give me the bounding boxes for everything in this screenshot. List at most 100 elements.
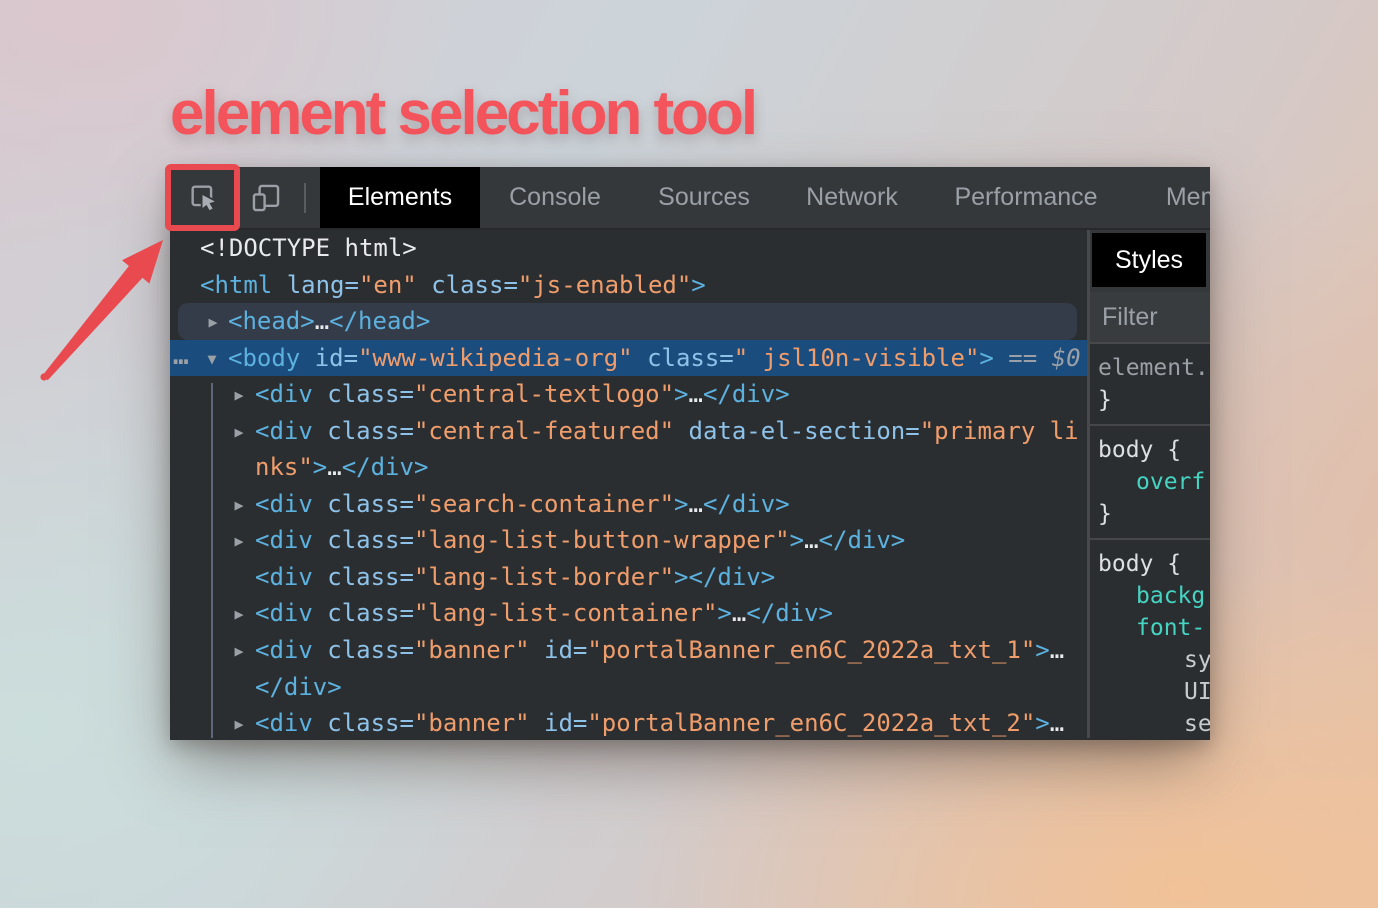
code-token: </div> — [689, 563, 776, 591]
style-rule-line[interactable]: element. — [1090, 352, 1210, 384]
code-token: "central-textlogo" — [414, 380, 674, 408]
tab-sources[interactable]: Sources — [630, 167, 778, 228]
style-rule-line[interactable]: } — [1090, 384, 1210, 416]
code-token: <div — [255, 636, 313, 664]
code-line: <body id="www-wikipedia-org" class=" jsl… — [170, 340, 1087, 377]
style-rule-section: element.} — [1090, 344, 1210, 426]
code-token: <!DOCTYPE html> — [200, 234, 417, 262]
dom-tree-row[interactable]: ▶<div class="banner" id="portalBanner_en… — [170, 705, 1087, 738]
code-token: class= — [327, 380, 414, 408]
style-rule-line[interactable]: se — [1090, 708, 1210, 738]
tab-network[interactable]: Network — [778, 167, 926, 228]
code-line: </div> — [170, 669, 1087, 706]
code-line: <div class="banner" id="portalBanner_en6… — [170, 632, 1087, 669]
code-token: class= — [327, 636, 414, 664]
code-token: > — [674, 490, 688, 518]
style-rule-line[interactable]: UI — [1090, 676, 1210, 708]
code-token: … — [689, 490, 703, 518]
code-token: > — [674, 563, 688, 591]
code-token: class= — [327, 526, 414, 554]
expand-arrow-icon[interactable]: ▶ — [229, 414, 249, 451]
code-token: <div — [255, 563, 313, 591]
style-rule-line[interactable]: font- — [1090, 612, 1210, 644]
code-token: "en" — [359, 271, 417, 299]
code-token: </head> — [329, 307, 430, 335]
code-token: "www-wikipedia-org" — [358, 344, 633, 372]
code-token: <div — [255, 709, 313, 737]
expand-arrow-icon[interactable]: ▶ — [229, 633, 249, 670]
code-token: id= — [315, 344, 358, 372]
tab-elements[interactable]: Elements — [320, 167, 480, 228]
code-token — [272, 271, 286, 299]
code-line: <div class="central-featured" data-el-se… — [170, 413, 1087, 450]
style-rule-line[interactable]: backg — [1090, 580, 1210, 612]
expand-arrow-icon[interactable]: ▶ — [229, 596, 249, 633]
code-token: <div — [255, 417, 313, 445]
dom-tree-row[interactable]: ▶<div class="search-container">…</div> — [170, 486, 1087, 523]
style-rule-line[interactable]: body { — [1090, 548, 1210, 580]
style-rule-line[interactable]: } — [1090, 498, 1210, 530]
code-line: <!DOCTYPE html> — [170, 230, 1087, 267]
dom-tree-row[interactable]: <html lang="en" class="js-enabled"> — [170, 267, 1087, 304]
code-line: <div class="lang-list-container">…</div> — [170, 595, 1087, 632]
code-token: "primary li — [920, 417, 1079, 445]
expand-arrow-icon[interactable]: ▶ — [229, 523, 249, 560]
collapse-arrow-icon[interactable]: ▼ — [202, 341, 222, 378]
panel-tabs: ElementsConsoleSourcesNetworkPerformance… — [320, 167, 1210, 228]
dom-tree-row[interactable]: …▼<body id="www-wikipedia-org" class=" j… — [170, 340, 1087, 377]
dom-tree-row[interactable]: <!DOCTYPE html> — [170, 230, 1087, 267]
code-token: "central-featured" — [414, 417, 674, 445]
code-token: </div> — [746, 599, 833, 627]
code-token: </div> — [342, 453, 429, 481]
code-token: == — [994, 344, 1052, 372]
code-line: <div class="lang-list-border"></div> — [170, 559, 1087, 596]
code-token: class= — [647, 344, 734, 372]
code-token: class= — [327, 709, 414, 737]
dom-tree-row[interactable]: ▶<div class="central-textlogo">…</div> — [170, 376, 1087, 413]
code-token: > — [790, 526, 804, 554]
dom-tree-row[interactable]: ▶<head>…</head> — [178, 303, 1077, 340]
expand-arrow-icon[interactable]: ▶ — [203, 304, 223, 341]
code-line: <div class="banner" id="portalBanner_en6… — [170, 705, 1087, 738]
code-token: <body — [228, 344, 300, 372]
code-token: <div — [255, 599, 313, 627]
code-token: "search-container" — [414, 490, 674, 518]
annotation-arrow — [20, 220, 190, 400]
code-token: </div> — [255, 673, 342, 701]
tab-memory[interactable]: Memory — [1126, 167, 1210, 228]
code-line: <div class="lang-list-button-wrapper">…<… — [170, 522, 1087, 559]
code-token: lang= — [287, 271, 359, 299]
dom-tree-row[interactable]: </div> — [170, 669, 1087, 706]
style-rule-line[interactable]: body { — [1090, 434, 1210, 466]
tab-performance[interactable]: Performance — [926, 167, 1126, 228]
code-token: > — [979, 344, 993, 372]
dom-tree-row[interactable]: ▶<div class="central-featured" data-el-s… — [170, 413, 1087, 450]
code-token: > — [717, 599, 731, 627]
expand-arrow-icon[interactable]: ▶ — [229, 377, 249, 414]
dom-tree-row[interactable]: ▶<div class="banner" id="portalBanner_en… — [170, 632, 1087, 669]
code-token: "lang-list-container" — [414, 599, 717, 627]
code-token: "lang-list-button-wrapper" — [414, 526, 790, 554]
dom-tree-row[interactable]: ▶<div class="lang-list-container">…</div… — [170, 595, 1087, 632]
code-token: "banner" — [414, 636, 530, 664]
code-token — [313, 417, 327, 445]
style-rule-line[interactable]: sy — [1090, 644, 1210, 676]
styles-tab-strip: Styles — [1090, 230, 1210, 292]
device-toolbar-button[interactable] — [244, 175, 290, 221]
dom-tree-row[interactable]: <div class="lang-list-border"></div> — [170, 559, 1087, 596]
expand-arrow-icon[interactable]: ▶ — [229, 706, 249, 738]
styles-filter-input[interactable]: Filter — [1090, 292, 1210, 344]
tab-console[interactable]: Console — [480, 167, 630, 228]
expand-arrow-icon[interactable]: ▶ — [229, 487, 249, 524]
tab-styles[interactable]: Styles — [1092, 233, 1206, 287]
devtools-window: ElementsConsoleSourcesNetworkPerformance… — [170, 167, 1210, 740]
style-rule-line[interactable]: overf — [1090, 466, 1210, 498]
code-line: <div class="search-container">…</div> — [170, 486, 1087, 523]
devtools-content: <!DOCTYPE html> <html lang="en" class="js… — [170, 230, 1210, 738]
dom-tree-row[interactable]: nks">…</div> — [170, 449, 1087, 486]
dom-tree-row[interactable]: ▶<div class="lang-list-button-wrapper">…… — [170, 522, 1087, 559]
code-token: … — [1050, 636, 1064, 664]
code-token: class= — [431, 271, 518, 299]
code-token: > — [313, 453, 327, 481]
code-token — [313, 563, 327, 591]
